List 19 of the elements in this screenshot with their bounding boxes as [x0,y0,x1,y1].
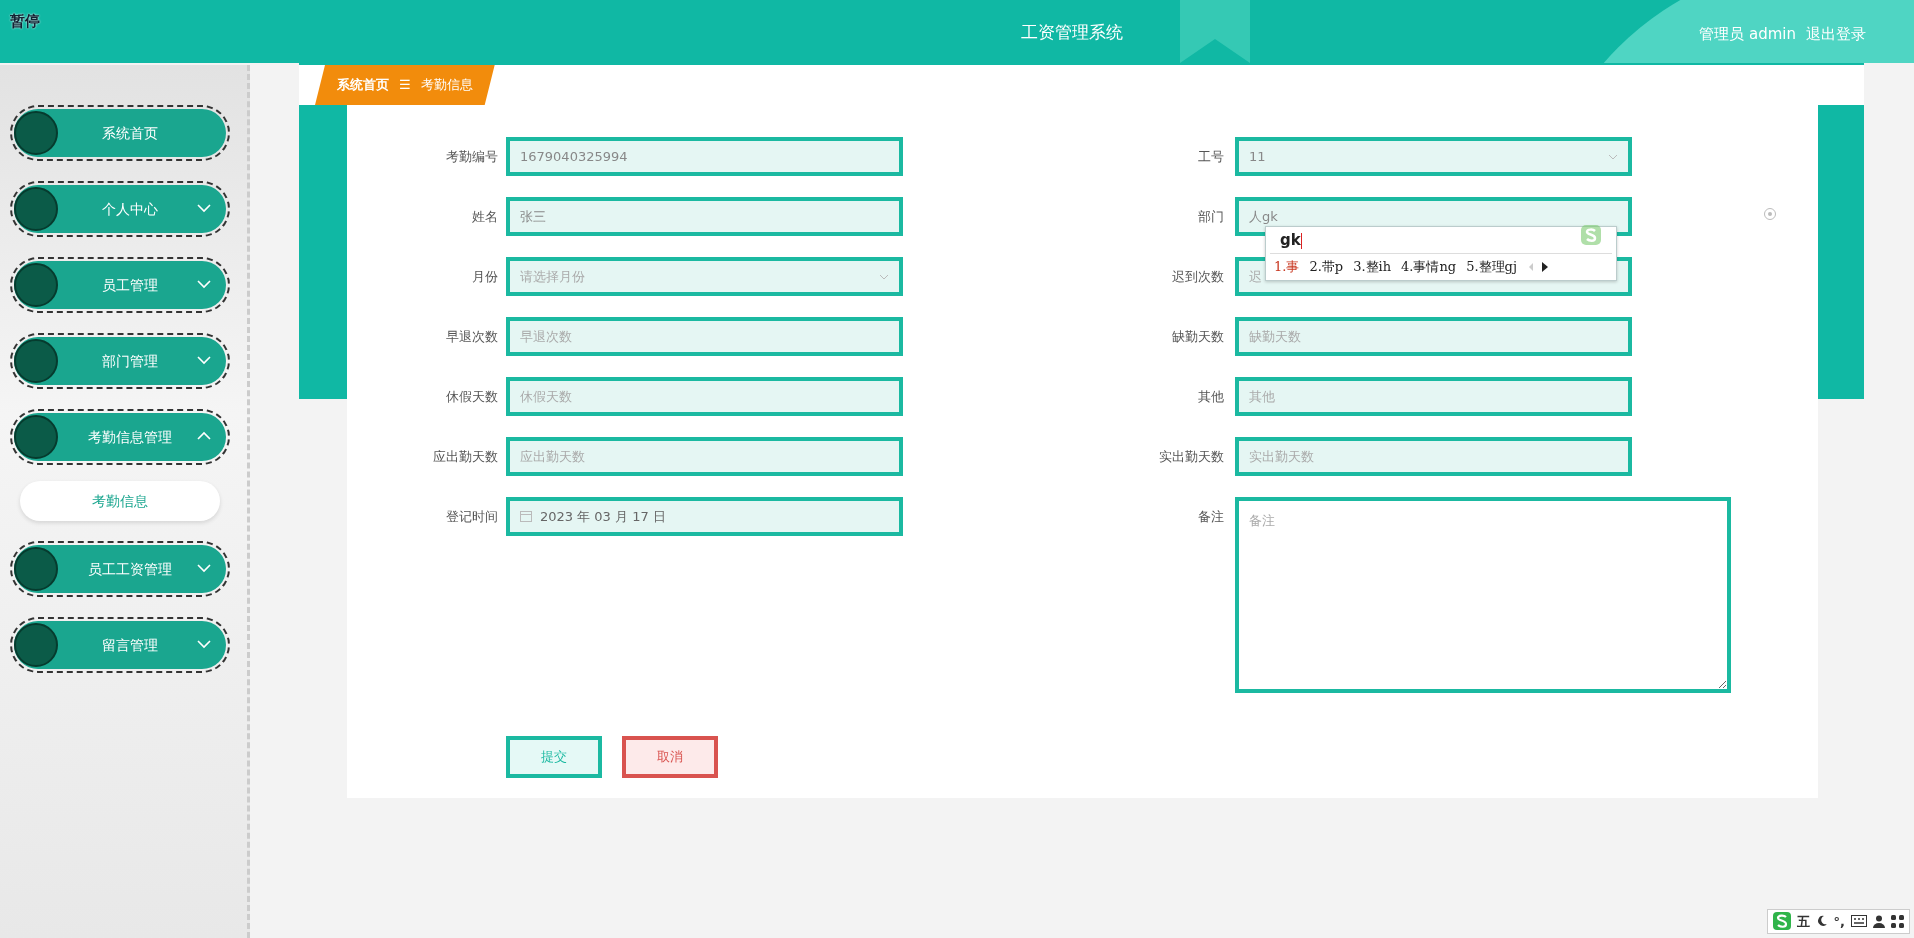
pause-label: 暂停 [10,11,40,32]
field-label: 其他 [1197,388,1224,406]
field-label: 备注 [1197,508,1224,526]
ime-composition: gk [1270,227,1612,254]
field-label: 工号 [1197,148,1224,166]
field-label: 实出勤天数 [1158,448,1224,466]
app-title: 工资管理系统 [1020,21,1124,44]
field-label: 姓名 [471,208,498,226]
separator-icon: ☰ [399,75,411,95]
field-label: 应出勤天数 [432,448,498,466]
field-label: 考勤编号 [445,148,498,166]
field-label: 休假天数 [445,388,498,406]
user-label: 管理员 admin [1699,24,1796,45]
field-label: 登记时间 [445,508,498,526]
field-label: 部门 [1197,208,1224,226]
field-label: 迟到次数 [1171,268,1224,286]
field-label: 早退次数 [445,328,498,346]
field-label: 缺勤天数 [1171,328,1224,346]
field-label: 月份 [471,268,498,286]
